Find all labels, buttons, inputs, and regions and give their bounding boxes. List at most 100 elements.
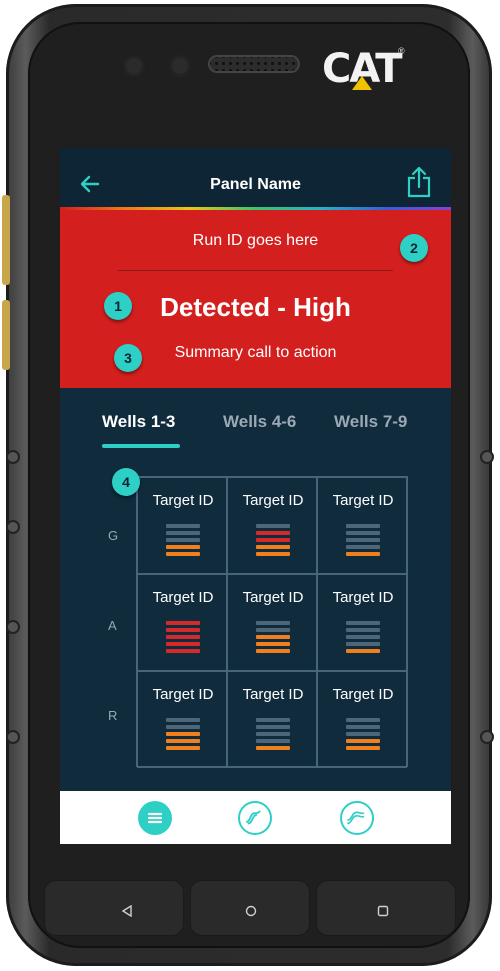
s-curve-icon — [245, 810, 261, 825]
home-circle-icon — [245, 905, 257, 917]
sensor-icon — [172, 58, 188, 74]
signal-bar — [346, 725, 380, 729]
target-id-label: Target ID — [152, 589, 214, 606]
signal-level-bars — [346, 621, 380, 661]
signal-bar — [346, 621, 380, 625]
app-screen: Panel Name Run ID goes here Detected - H… — [60, 148, 451, 844]
signal-bar — [256, 524, 290, 528]
signal-bar — [166, 538, 200, 542]
signal-bar — [346, 739, 380, 743]
signal-level-bars — [166, 621, 200, 661]
target-cell[interactable]: Target ID — [137, 671, 227, 768]
signal-level-bars — [256, 718, 290, 758]
target-cell[interactable]: Target ID — [317, 574, 407, 671]
list-icon — [147, 812, 163, 824]
signal-bar — [346, 538, 380, 542]
signal-bar — [256, 538, 290, 542]
curve-nav-button[interactable] — [238, 801, 272, 835]
bumper-screw — [6, 450, 20, 464]
registered-mark: ® — [398, 46, 405, 56]
signal-bar — [346, 545, 380, 549]
side-button — [2, 195, 10, 285]
double-curve-icon — [347, 811, 365, 825]
signal-bar — [256, 725, 290, 729]
signal-bar — [346, 649, 380, 653]
wells-tabs: Wells 1-3 Wells 4-6 Wells 7-9 — [60, 406, 451, 454]
target-id-label: Target ID — [152, 686, 214, 703]
signal-bar — [346, 635, 380, 639]
bumper-screw — [6, 520, 20, 534]
earpiece-speaker — [208, 55, 300, 73]
signal-bar — [256, 635, 290, 639]
target-cell[interactable]: Target ID — [317, 671, 407, 768]
tab-wells-1-3[interactable]: Wells 1-3 — [102, 412, 175, 432]
signal-bar — [256, 531, 290, 535]
target-cell[interactable]: Target ID — [317, 477, 407, 574]
signal-bar — [166, 718, 200, 722]
target-id-label: Target ID — [152, 492, 214, 509]
target-id-label: Target ID — [332, 492, 394, 509]
back-triangle-icon — [121, 905, 132, 917]
target-cell[interactable]: Target ID — [137, 477, 227, 574]
signal-bar — [256, 746, 290, 750]
target-cell[interactable]: Target ID — [137, 574, 227, 671]
annotation-badge-3: 3 — [114, 344, 142, 372]
system-home-button[interactable] — [190, 880, 310, 936]
system-recents-button[interactable] — [316, 880, 456, 936]
row-label-a: A — [108, 618, 117, 633]
target-cell[interactable]: Target ID — [227, 671, 317, 768]
recents-square-icon — [377, 905, 389, 917]
bumper-screw — [480, 450, 494, 464]
phone-mockup: CAT ® Panel Name Run ID goes here Detect… — [0, 0, 500, 971]
list-nav-button[interactable] — [138, 801, 172, 835]
signal-bar — [256, 621, 290, 625]
tab-wells-7-9[interactable]: Wells 7-9 — [334, 412, 407, 432]
system-back-button[interactable] — [44, 880, 184, 936]
signal-bar — [256, 552, 290, 556]
signal-bar — [346, 718, 380, 722]
signal-bar — [256, 718, 290, 722]
brand-logo: CAT — [322, 46, 402, 92]
signal-bar — [166, 725, 200, 729]
signal-bar — [256, 739, 290, 743]
signal-bar — [166, 642, 200, 646]
annotation-badge-2: 2 — [400, 234, 428, 262]
banner-divider — [118, 270, 393, 271]
target-cell[interactable]: Target ID — [227, 574, 317, 671]
signal-level-bars — [256, 524, 290, 564]
signal-level-bars — [346, 718, 380, 758]
run-id-text: Run ID goes here — [192, 232, 319, 249]
bumper-screw — [6, 730, 20, 744]
signal-level-bars — [166, 718, 200, 758]
double-curve-nav-button[interactable] — [340, 801, 374, 835]
signal-bar — [166, 545, 200, 549]
signal-bar — [166, 746, 200, 750]
signal-bar — [166, 739, 200, 743]
annotation-badge-1: 1 — [104, 292, 132, 320]
signal-bar — [346, 732, 380, 736]
bumper-screw — [6, 620, 20, 634]
signal-bar — [166, 635, 200, 639]
front-camera-icon — [126, 58, 142, 74]
signal-bar — [256, 628, 290, 632]
target-id-label: Target ID — [242, 686, 304, 703]
signal-bar — [166, 621, 200, 625]
signal-bar — [256, 545, 290, 549]
target-id-label: Target ID — [242, 492, 304, 509]
share-icon[interactable] — [406, 166, 432, 198]
signal-bar — [166, 524, 200, 528]
page-title: Panel Name — [210, 176, 301, 193]
annotation-badge-4: 4 — [112, 468, 140, 496]
signal-bar — [346, 628, 380, 632]
signal-bar — [346, 524, 380, 528]
signal-bar — [166, 732, 200, 736]
target-cell[interactable]: Target ID — [227, 477, 317, 574]
tab-wells-4-6[interactable]: Wells 4-6 — [223, 412, 296, 432]
signal-bar — [256, 732, 290, 736]
signal-bar — [346, 531, 380, 535]
signal-bar — [346, 642, 380, 646]
signal-bar — [346, 552, 380, 556]
side-button — [2, 300, 10, 370]
signal-level-bars — [166, 524, 200, 564]
row-label-r: R — [108, 708, 118, 723]
